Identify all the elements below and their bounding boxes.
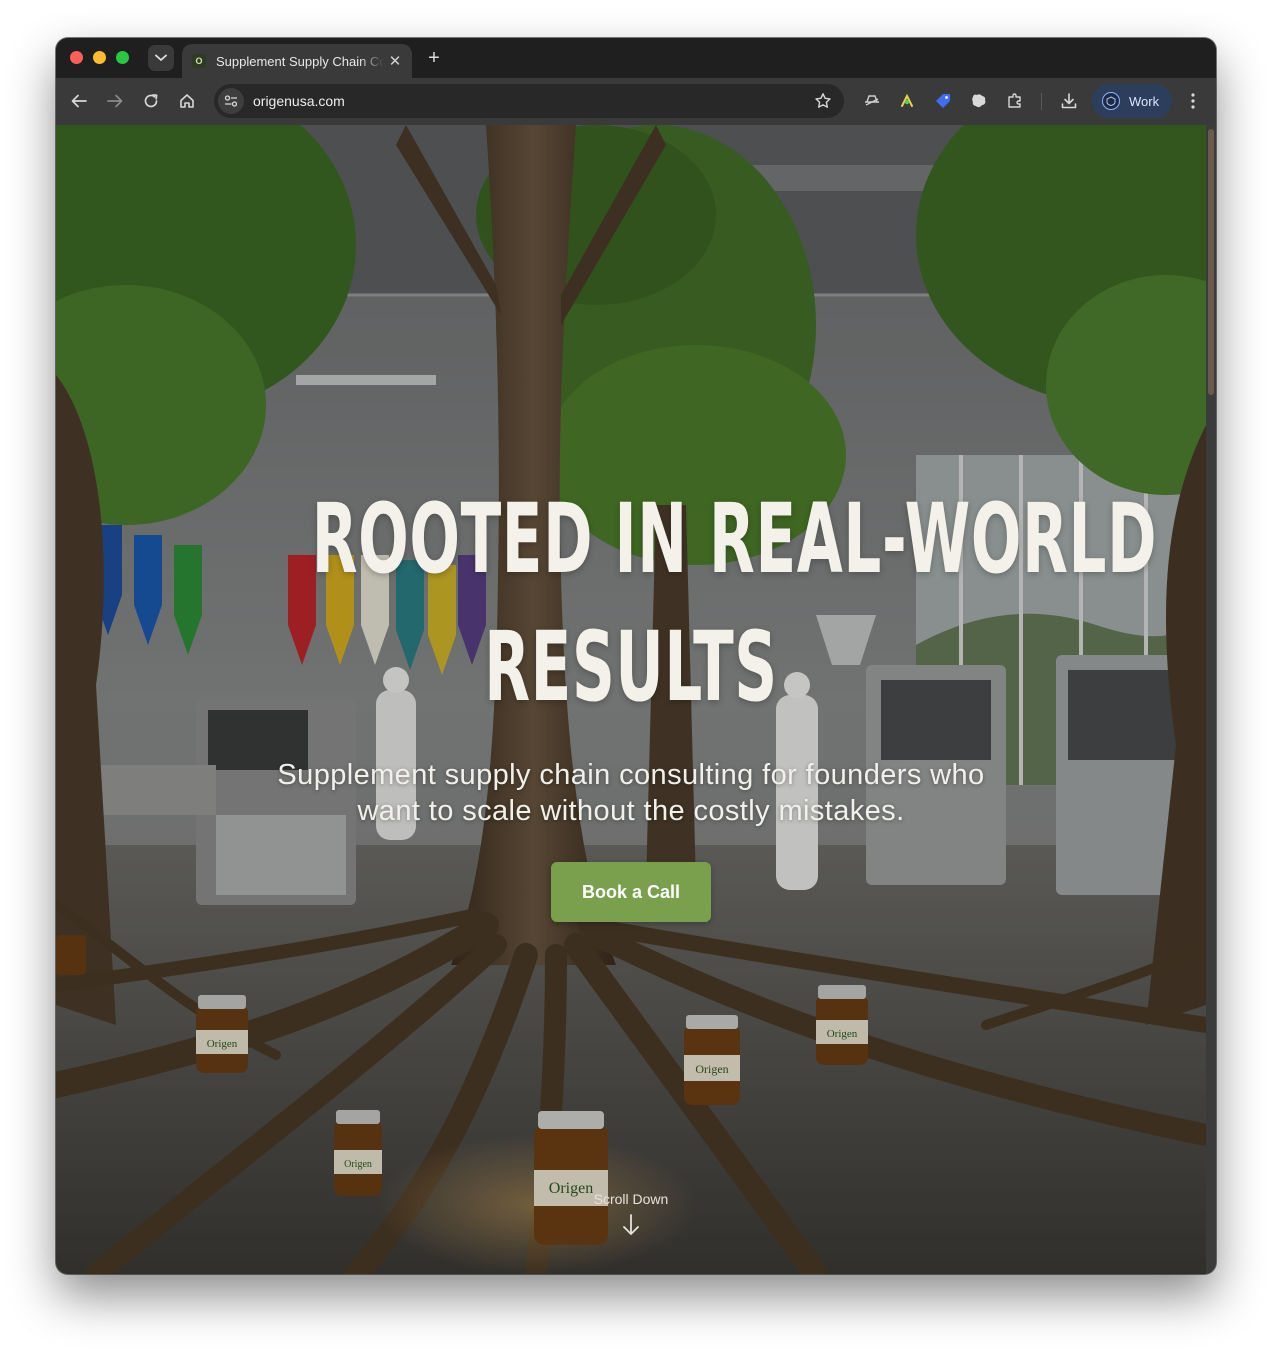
page-viewport: Origen Origen Origen Origen Origen ROOTED IN… (56, 125, 1206, 1274)
window-maximize-button[interactable] (116, 51, 129, 64)
kebab-menu-icon[interactable] (1184, 90, 1202, 112)
hero-subheadline-line-1: Supplement supply chain consulting for f… (277, 759, 985, 791)
arrow-right-icon (107, 94, 123, 108)
home-button[interactable] (174, 88, 200, 114)
mentor-extension-icon[interactable] (897, 91, 917, 111)
hero-headline-line-2: RESULTS (484, 611, 778, 723)
tab-strip: O Supplement Supply Chain Consulting ✕ + (56, 38, 1216, 78)
home-icon (180, 94, 194, 108)
reload-icon (144, 94, 158, 108)
new-tab-button[interactable]: + (422, 47, 446, 71)
profile-avatar-icon (1102, 92, 1120, 110)
tune-icon (224, 95, 238, 107)
extensions-icon[interactable] (1005, 91, 1025, 111)
browser-toolbar: origenusa.com Work (56, 78, 1216, 125)
page-scrollbar[interactable] (1206, 125, 1216, 1274)
hero-section: ROOTED IN REAL-WORLD RESULTS Supplement … (56, 125, 1206, 1274)
scrollbar-thumb[interactable] (1208, 129, 1214, 395)
hero-headline: ROOTED IN REAL-WORLD RESULTS (311, 475, 1158, 731)
window-minimize-button[interactable] (93, 51, 106, 64)
puzzle-shape-icon[interactable] (969, 91, 989, 111)
book-a-call-button[interactable]: Book a Call (551, 862, 711, 922)
address-bar[interactable]: origenusa.com (214, 84, 844, 118)
active-tab[interactable]: O Supplement Supply Chain Consulting ✕ (182, 44, 412, 78)
site-info-button[interactable] (218, 88, 244, 114)
tag-extension-icon[interactable] (933, 91, 953, 111)
profile-button[interactable]: Work (1092, 84, 1172, 118)
reload-button[interactable] (138, 88, 164, 114)
incognito-hat-icon[interactable] (862, 91, 882, 111)
arrow-down-icon[interactable] (622, 1214, 640, 1236)
bookmark-star-icon[interactable] (814, 92, 832, 110)
profile-label: Work (1129, 93, 1160, 109)
window-close-button[interactable] (70, 51, 83, 64)
site-favicon-icon: O (192, 54, 206, 68)
hero-subheadline-line-2: want to scale without the costly mistake… (357, 795, 905, 827)
tab-search-button[interactable] (148, 45, 174, 71)
back-button[interactable] (66, 88, 92, 114)
download-icon[interactable] (1059, 91, 1079, 111)
hero-headline-line-1: ROOTED IN REAL-WORLD (311, 483, 1158, 595)
forward-button[interactable] (102, 88, 128, 114)
browser-window: O Supplement Supply Chain Consulting ✕ +… (56, 38, 1216, 1274)
toolbar-separator (1041, 93, 1042, 110)
url-text: origenusa.com (253, 93, 345, 109)
chevron-down-icon (155, 54, 167, 61)
tab-close-icon[interactable]: ✕ (386, 54, 404, 69)
hero-subheadline: Supplement supply chain consulting for f… (231, 757, 1031, 829)
tab-title: Supplement Supply Chain Consulting (216, 53, 384, 69)
arrow-left-icon (71, 94, 87, 108)
scroll-down-label[interactable]: Scroll Down (556, 1191, 706, 1207)
